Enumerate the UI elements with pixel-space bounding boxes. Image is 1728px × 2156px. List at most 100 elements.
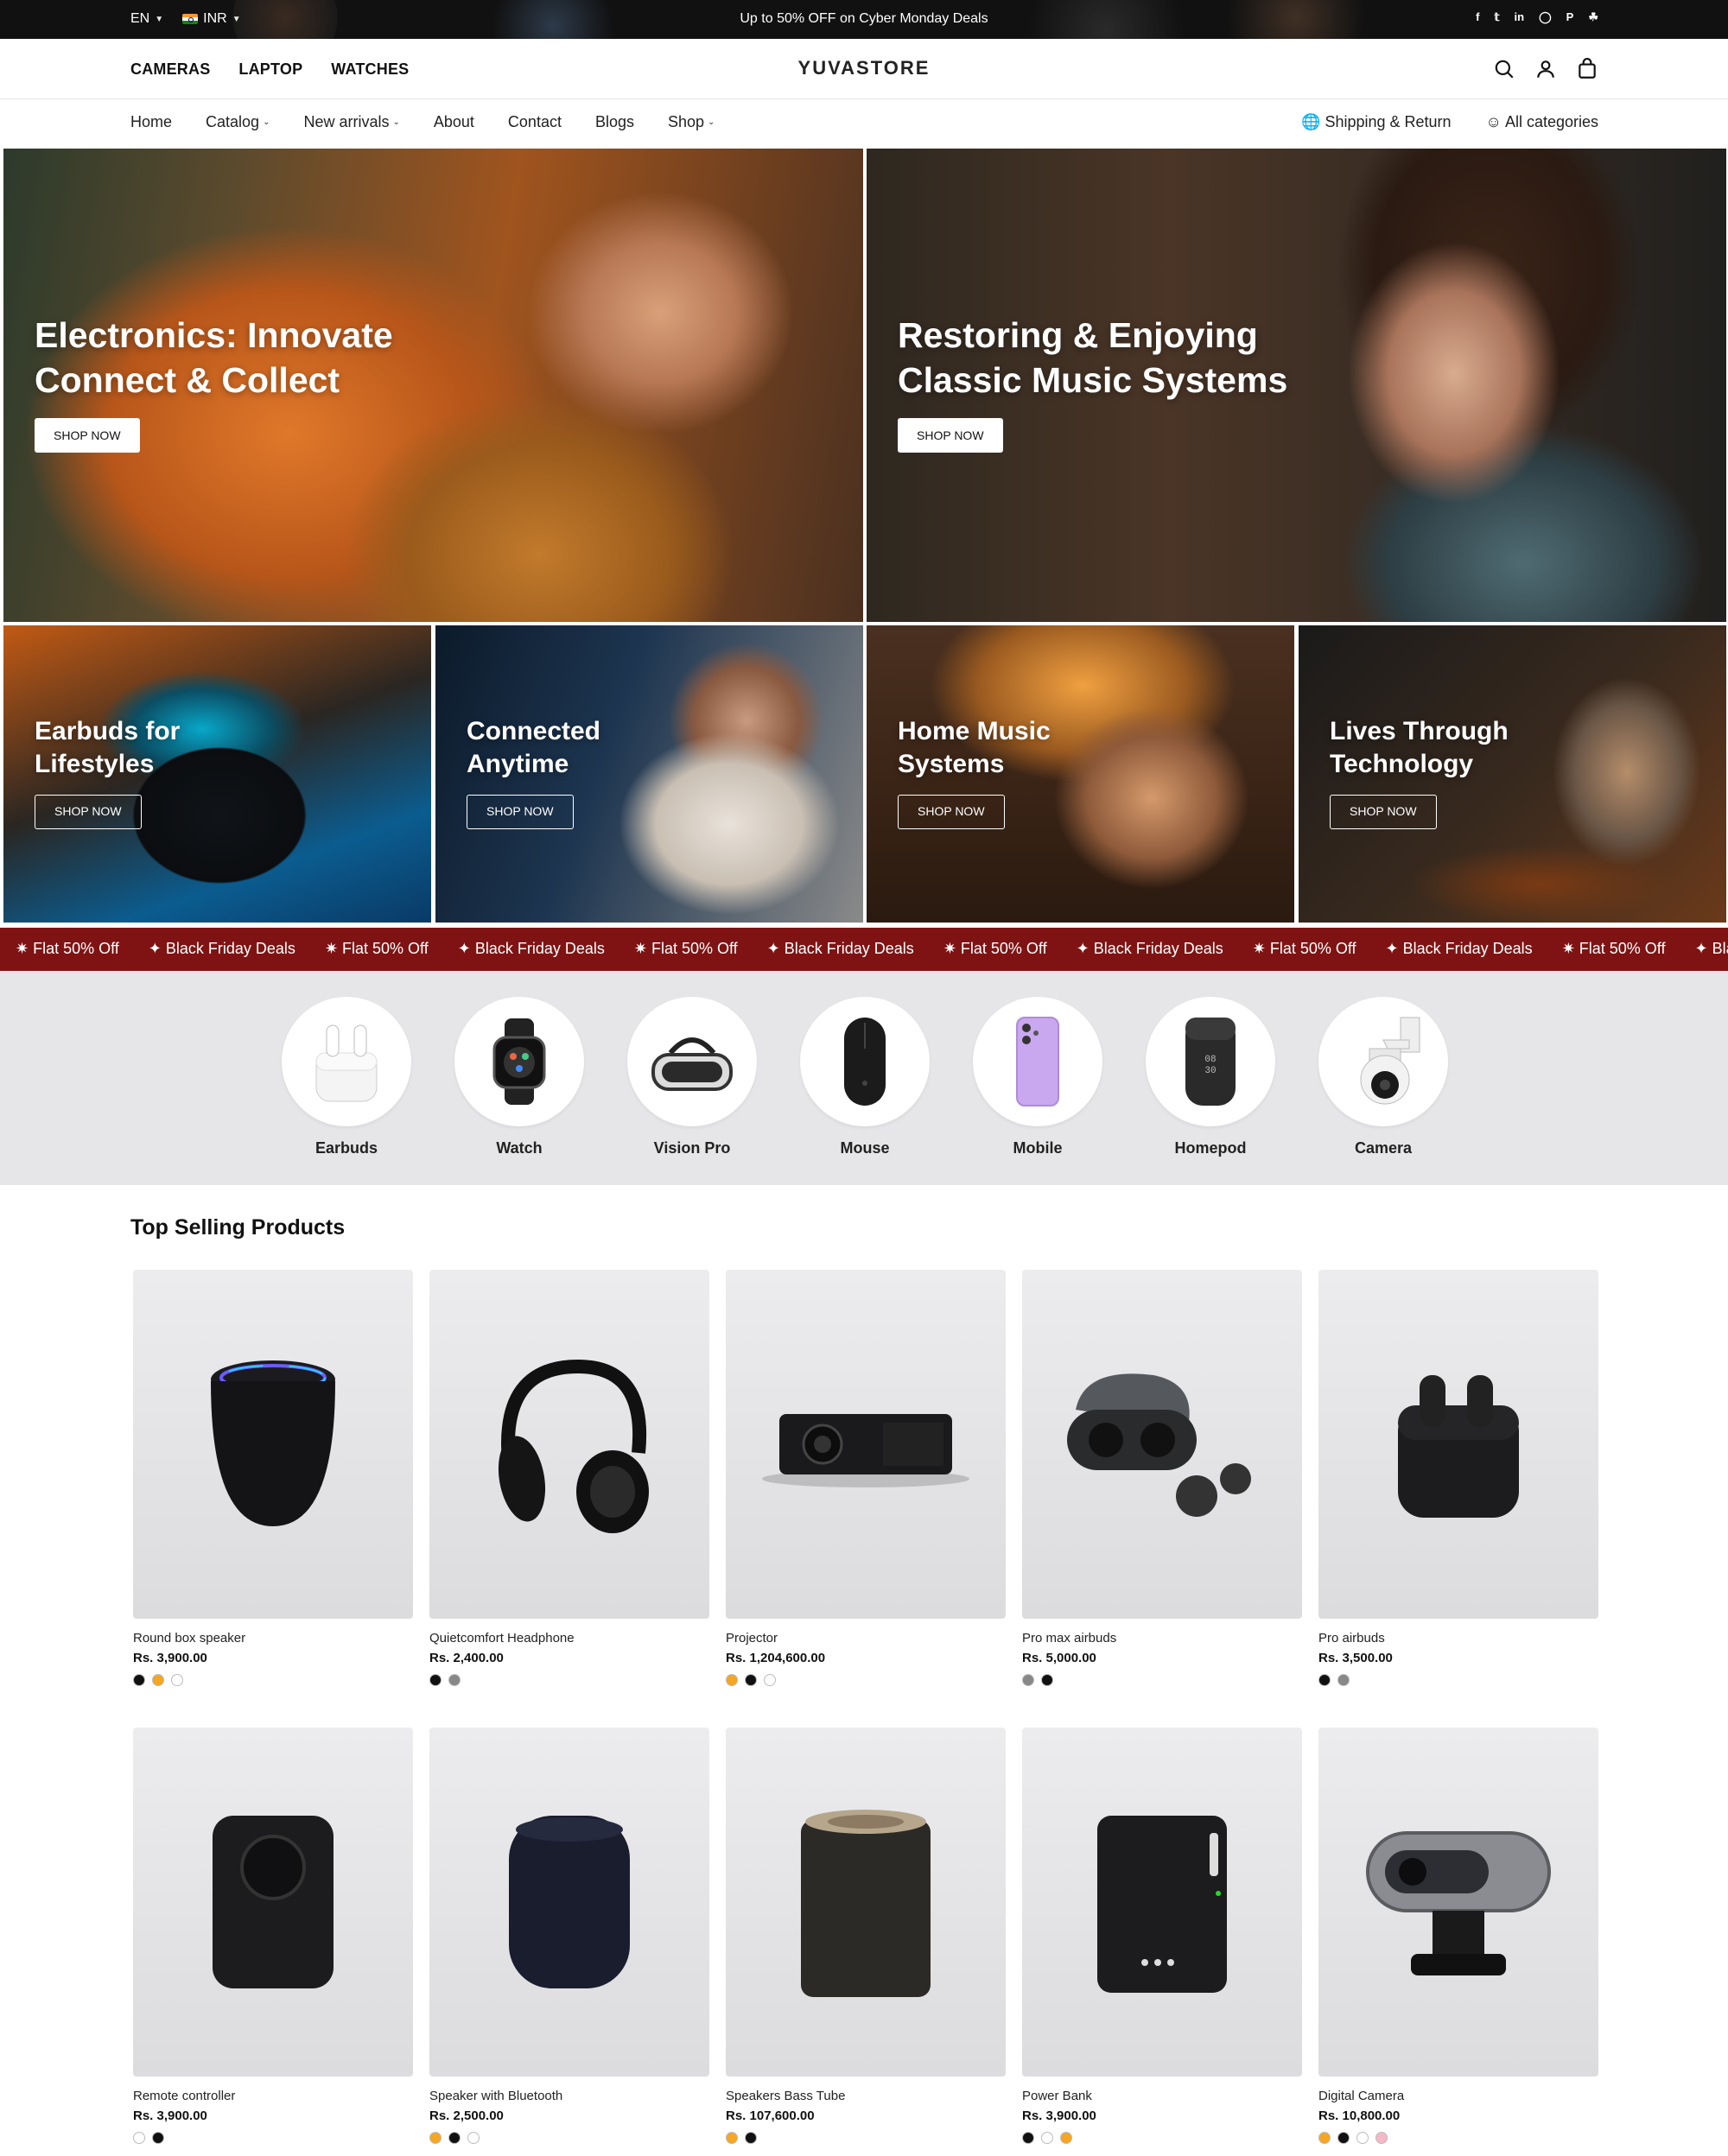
color-swatch[interactable] <box>726 1674 738 1686</box>
linkedin-icon[interactable]: in <box>1515 10 1525 24</box>
product-card[interactable]: Projector Rs. 1,204,600.00 <box>726 1270 1006 1686</box>
store-logo[interactable]: YUVASTORE <box>0 57 1728 79</box>
language-selector[interactable]: EN ▼ <box>130 11 163 27</box>
color-swatch[interactable] <box>152 1674 164 1686</box>
chevron-down-icon: ▼ <box>155 14 164 24</box>
color-swatch[interactable] <box>1356 2132 1369 2144</box>
shipping-return-link[interactable]: 🌐 Shipping & Return <box>1301 113 1452 131</box>
nav-item-home[interactable]: Home <box>130 113 172 131</box>
shop-now-button[interactable]: SHOP NOW <box>898 418 1003 453</box>
banner-connected[interactable]: Connected Anytime SHOP NOW <box>435 625 863 923</box>
category-image <box>627 997 757 1126</box>
color-swatches <box>726 2132 1006 2144</box>
color-swatch[interactable] <box>1041 2132 1053 2144</box>
product-name[interactable]: Projector <box>726 1631 1006 1646</box>
color-swatch[interactable] <box>133 1674 145 1686</box>
category-homepod[interactable]: 08 30 Homepod <box>1146 997 1275 1157</box>
product-card[interactable]: Pro max airbuds Rs. 5,000.00 <box>1022 1270 1302 1686</box>
cart-icon[interactable] <box>1576 58 1598 80</box>
facebook-icon[interactable]: f <box>1476 10 1479 24</box>
color-swatch[interactable] <box>1337 2132 1350 2144</box>
color-swatch[interactable] <box>1041 1674 1053 1686</box>
shop-now-button[interactable]: SHOP NOW <box>35 418 140 453</box>
color-swatch[interactable] <box>726 2132 738 2144</box>
color-swatch[interactable] <box>745 1674 757 1686</box>
color-swatch[interactable] <box>171 1674 183 1686</box>
product-name[interactable]: Pro max airbuds <box>1022 1631 1302 1646</box>
banner-earbuds[interactable]: Earbuds for Lifestyles SHOP NOW <box>3 625 431 923</box>
product-card[interactable]: Quietcomfort Headphone Rs. 2,400.00 <box>429 1270 709 1686</box>
product-image[interactable] <box>726 1270 1006 1619</box>
color-swatch[interactable] <box>1022 2132 1034 2144</box>
color-swatch[interactable] <box>448 2132 461 2144</box>
product-name[interactable]: Speakers Bass Tube <box>726 2089 1006 2103</box>
shop-now-button[interactable]: SHOP NOW <box>898 795 1005 829</box>
category-mobile[interactable]: Mobile <box>973 997 1102 1157</box>
color-swatch[interactable] <box>133 2132 145 2144</box>
snapchat-icon[interactable]: ☘ <box>1588 10 1598 24</box>
category-mouse[interactable]: Mouse <box>800 997 930 1157</box>
nav-item-new-arrivals[interactable]: New arrivals ⌄ <box>303 113 399 131</box>
color-swatch[interactable] <box>1022 1674 1034 1686</box>
category-earbuds[interactable]: Earbuds <box>282 997 411 1157</box>
shop-now-button[interactable]: SHOP NOW <box>1330 795 1437 829</box>
banner-technology[interactable]: Lives Through Technology SHOP NOW <box>1299 625 1726 923</box>
color-swatch[interactable] <box>467 2132 480 2144</box>
color-swatch[interactable] <box>1060 2132 1072 2144</box>
product-card[interactable]: Speakers Bass Tube Rs. 107,600.00 <box>726 1728 1006 2144</box>
product-name[interactable]: Speaker with Bluetooth <box>429 2089 709 2103</box>
product-image[interactable] <box>726 1728 1006 2077</box>
category-camera[interactable]: Camera <box>1318 997 1448 1157</box>
hero-banner-electronics[interactable]: Electronics: Innovate Connect & Collect S… <box>3 149 863 622</box>
product-name[interactable]: Power Bank <box>1022 2089 1302 2103</box>
category-watch[interactable]: Watch <box>454 997 584 1157</box>
color-swatch[interactable] <box>1375 2132 1388 2144</box>
product-name[interactable]: Pro airbuds <box>1318 1631 1598 1646</box>
color-swatch[interactable] <box>152 2132 164 2144</box>
color-swatch[interactable] <box>1337 1674 1350 1686</box>
banner-home-music[interactable]: Home Music Systems SHOP NOW <box>867 625 1294 923</box>
nav-item-contact[interactable]: Contact <box>508 113 562 131</box>
product-name[interactable]: Digital Camera <box>1318 2089 1598 2103</box>
product-image[interactable] <box>1022 1270 1302 1619</box>
product-card[interactable]: Speaker with Bluetooth Rs. 2,500.00 <box>429 1728 709 2144</box>
shop-now-button[interactable]: SHOP NOW <box>35 795 142 829</box>
product-name[interactable]: Quietcomfort Headphone <box>429 1631 709 1646</box>
instagram-icon[interactable]: ◯ <box>1539 10 1552 24</box>
product-image[interactable] <box>1318 1728 1598 2077</box>
search-icon[interactable] <box>1493 58 1515 80</box>
product-card[interactable]: Pro airbuds Rs. 3,500.00 <box>1318 1270 1598 1686</box>
chevron-down-icon: ⌄ <box>392 117 400 127</box>
user-icon[interactable] <box>1534 58 1557 80</box>
product-name[interactable]: Round box speaker <box>133 1631 413 1646</box>
color-swatch[interactable] <box>448 1674 461 1686</box>
color-swatch[interactable] <box>429 1674 442 1686</box>
currency-selector[interactable]: INR ▼ <box>182 11 241 27</box>
product-image[interactable] <box>133 1270 413 1619</box>
product-image[interactable] <box>133 1728 413 2077</box>
product-card[interactable]: Round box speaker Rs. 3,900.00 <box>133 1270 413 1686</box>
product-image[interactable] <box>429 1270 709 1619</box>
nav-item-blogs[interactable]: Blogs <box>595 113 634 131</box>
color-swatch[interactable] <box>1318 1674 1331 1686</box>
nav-item-about[interactable]: About <box>434 113 474 131</box>
color-swatch[interactable] <box>1318 2132 1331 2144</box>
product-name[interactable]: Remote controller <box>133 2089 413 2103</box>
product-image[interactable] <box>1022 1728 1302 2077</box>
color-swatch[interactable] <box>429 2132 442 2144</box>
shop-now-button[interactable]: SHOP NOW <box>467 795 574 829</box>
nav-item-shop[interactable]: Shop ⌄ <box>668 113 715 131</box>
pinterest-icon[interactable]: P <box>1566 10 1574 24</box>
all-categories-link[interactable]: ☺ All categories <box>1486 113 1598 131</box>
category-vision-pro[interactable]: Vision Pro <box>627 997 757 1157</box>
product-card[interactable]: Digital Camera Rs. 10,800.00 <box>1318 1728 1598 2144</box>
product-card[interactable]: Remote controller Rs. 3,900.00 <box>133 1728 413 2144</box>
product-image[interactable] <box>429 1728 709 2077</box>
product-card[interactable]: Power Bank Rs. 3,900.00 <box>1022 1728 1302 2144</box>
twitter-icon[interactable]: 𝕥 <box>1494 10 1499 24</box>
nav-item-catalog[interactable]: Catalog ⌄ <box>206 113 270 131</box>
color-swatch[interactable] <box>764 1674 776 1686</box>
hero-banner-classic-music[interactable]: Restoring & Enjoying Classic Music System… <box>867 149 1726 622</box>
color-swatch[interactable] <box>745 2132 757 2144</box>
product-image[interactable] <box>1318 1270 1598 1619</box>
